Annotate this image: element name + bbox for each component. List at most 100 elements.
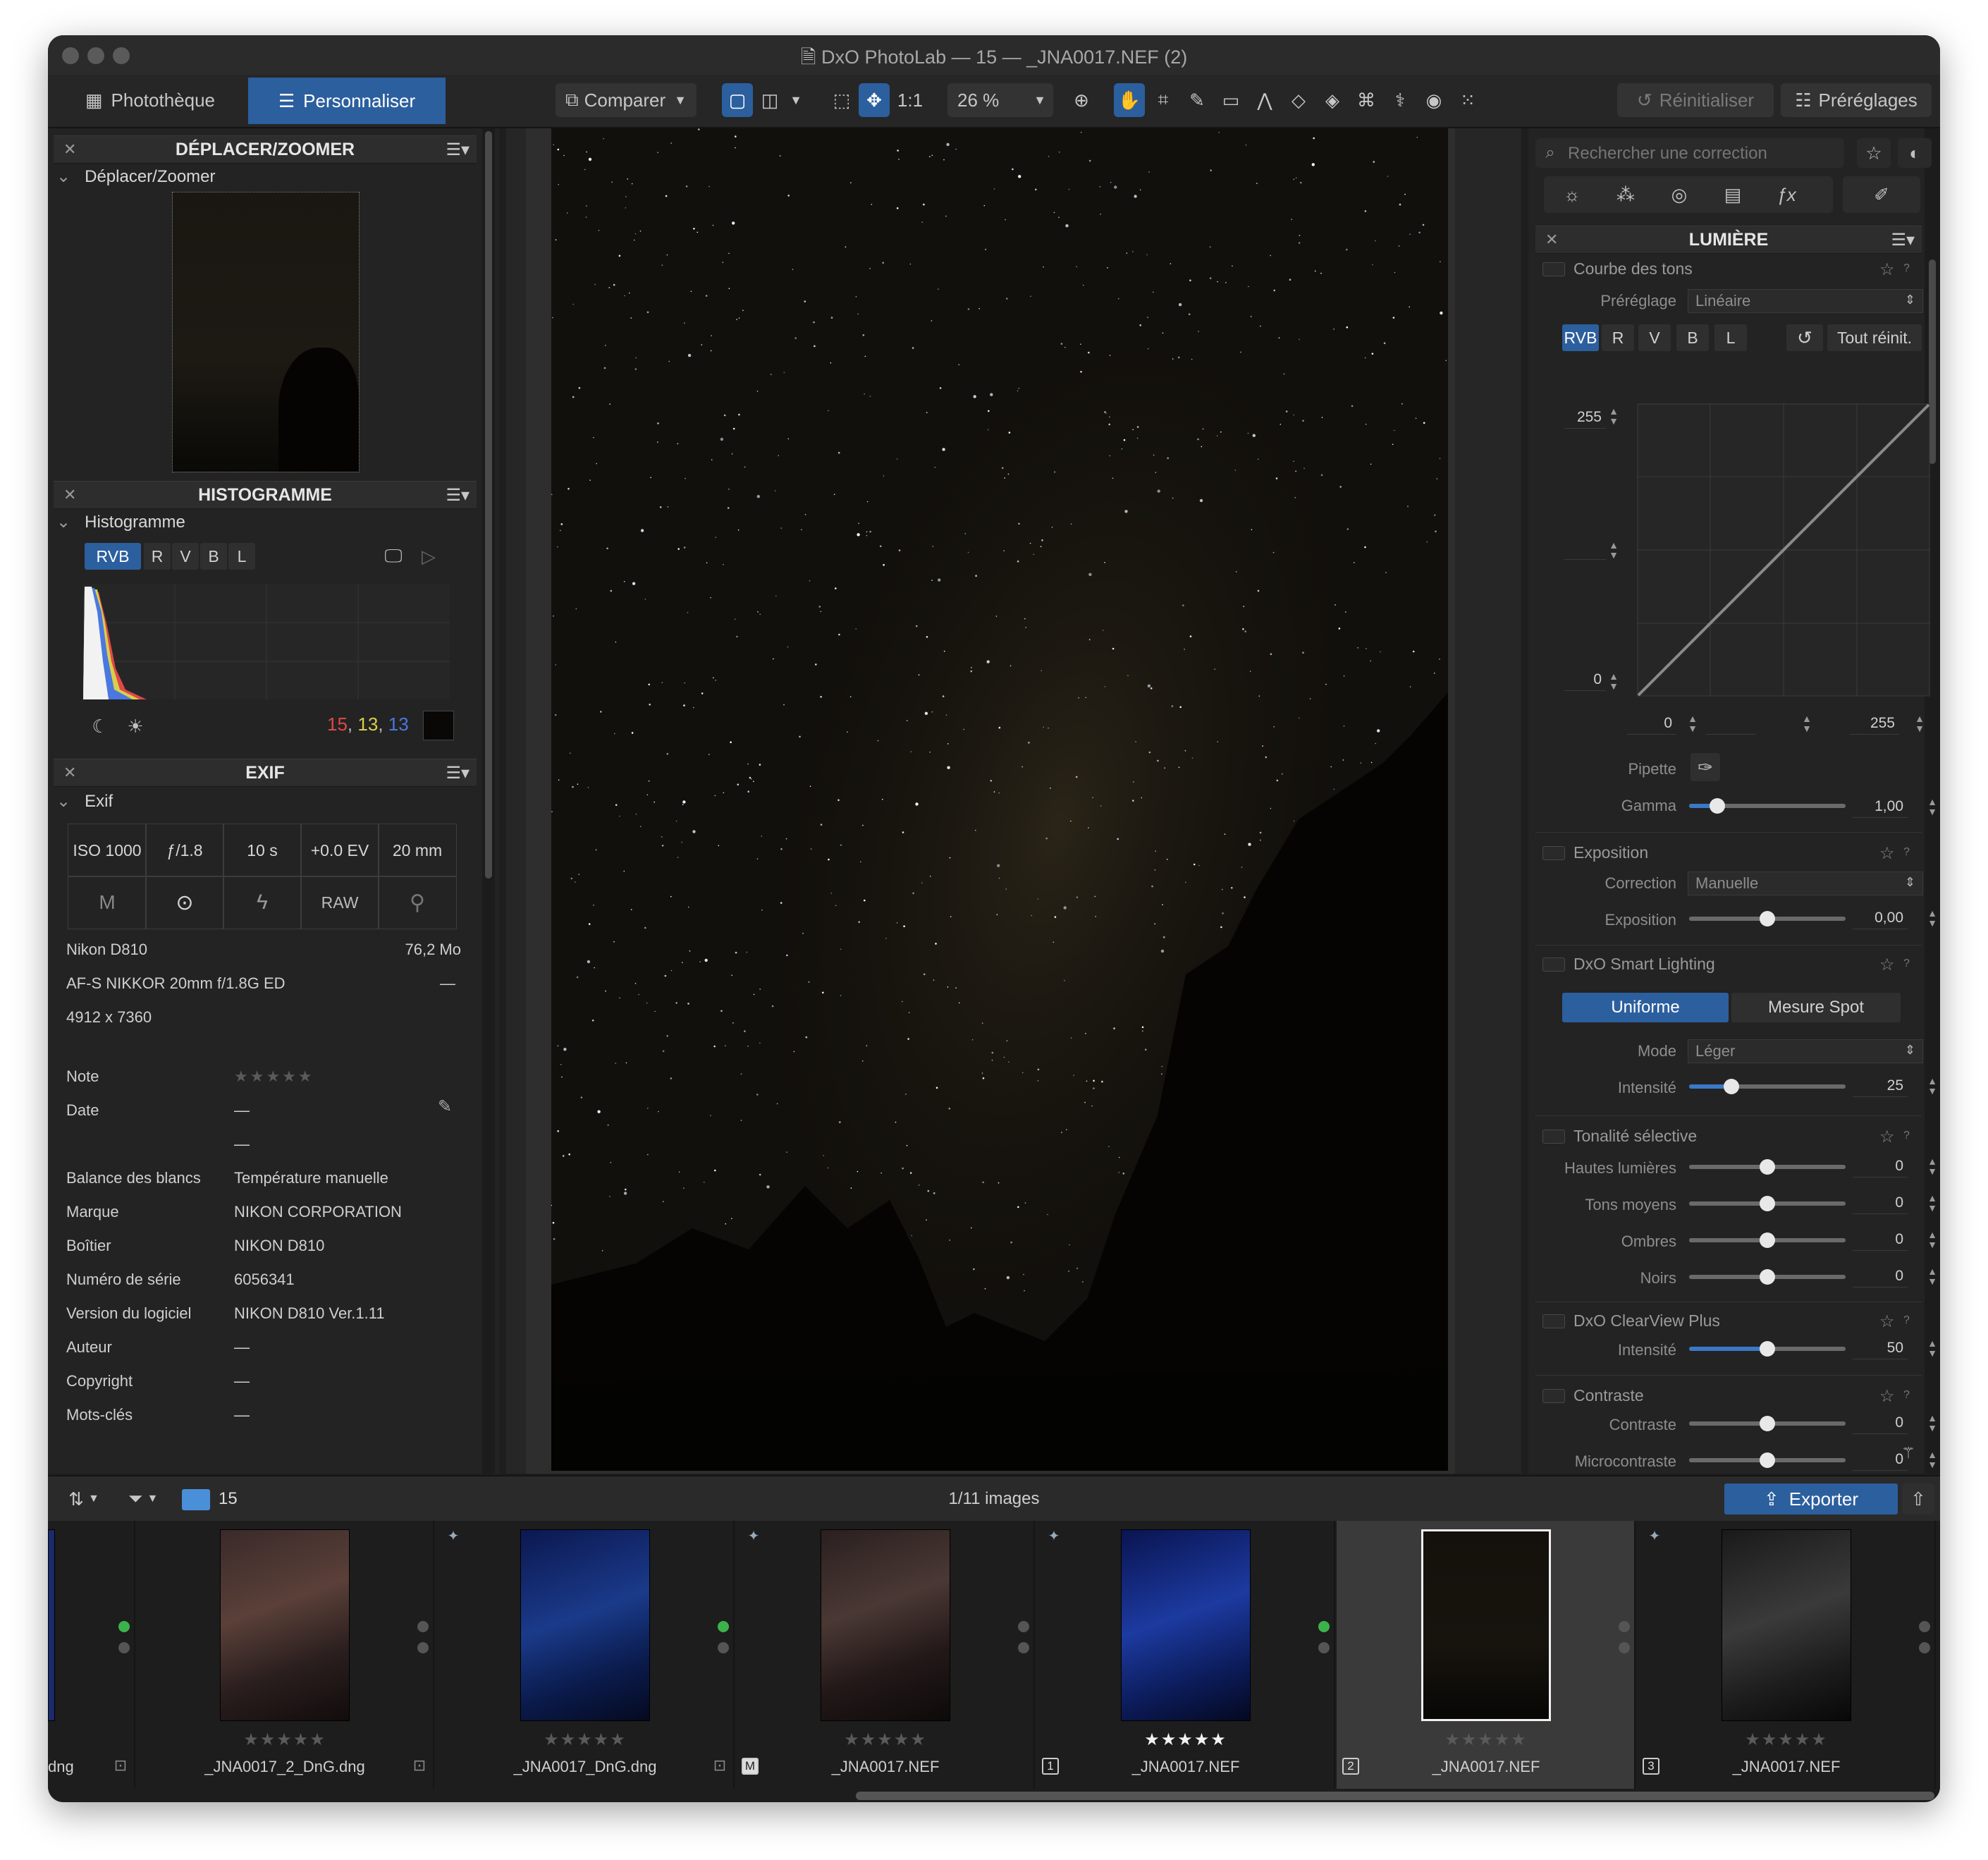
- thumbnail-rating-stars[interactable]: ★★★★★: [1637, 1730, 1936, 1750]
- spinner-arrows-icon[interactable]: ▲▼: [1926, 1266, 1939, 1286]
- thumbnail-rating-stars[interactable]: ★★★★★: [1337, 1730, 1636, 1750]
- curve-channel-rgb[interactable]: RVB: [1562, 324, 1599, 351]
- slider-value[interactable]: 0: [1853, 1412, 1908, 1434]
- panel-menu-icon[interactable]: ☰▾: [446, 140, 470, 160]
- spinner-arrows-icon[interactable]: ▲▼: [1926, 1450, 1939, 1469]
- adjustment-slider[interactable]: [1689, 1269, 1846, 1285]
- navigator-thumbnail[interactable]: [172, 192, 360, 472]
- favorite-star-icon[interactable]: ☆: [1879, 1127, 1895, 1147]
- repair-tool-button[interactable]: ⚕: [1385, 83, 1416, 117]
- spinner-arrows-icon[interactable]: ▲▼: [1913, 714, 1926, 733]
- filmstrip-scrollbar[interactable]: [856, 1792, 1934, 1800]
- help-icon[interactable]: ?: [1903, 1130, 1910, 1142]
- slider-value[interactable]: 0: [1853, 1192, 1908, 1214]
- slider-value[interactable]: 0: [1853, 1155, 1908, 1177]
- adjustment-slider[interactable]: [1689, 1196, 1846, 1211]
- crop-tool-button[interactable]: ⌗: [1148, 83, 1179, 117]
- share-button[interactable]: ⇧: [1902, 1483, 1934, 1515]
- smart-lighting-enable-checkbox[interactable]: [1542, 957, 1565, 972]
- split-view-button[interactable]: ◫: [754, 83, 785, 117]
- undo-curve-button[interactable]: ↺: [1786, 324, 1823, 351]
- clearview-intensity-slider[interactable]: [1689, 1341, 1846, 1357]
- smart-lighting-spot-button[interactable]: Mesure Spot: [1731, 993, 1901, 1022]
- contrast-enable-checkbox[interactable]: [1542, 1389, 1565, 1403]
- spinner-arrows-icon[interactable]: ▲▼: [1926, 1230, 1939, 1249]
- close-panel-icon[interactable]: ✕: [63, 140, 76, 159]
- clearview-intensity-value[interactable]: 50: [1853, 1337, 1908, 1359]
- rating-stars[interactable]: ★★★★★: [234, 1067, 314, 1086]
- filmstrip-item[interactable]: ★★★★★ _JNA0017_2_DnG.dng ⊡: [135, 1521, 434, 1789]
- help-icon[interactable]: ?: [1903, 846, 1910, 859]
- smart-lighting-mode-dropdown[interactable]: Léger ⇕: [1688, 1039, 1923, 1063]
- close-panel-icon[interactable]: ✕: [63, 764, 76, 782]
- monitor-icon[interactable]: 🖵: [379, 543, 407, 570]
- tab-photo-library[interactable]: ▦ Photothèque: [55, 83, 245, 117]
- spinner-arrows-icon[interactable]: ▲▼: [1926, 797, 1939, 816]
- tab-customize[interactable]: ☰ Personnaliser: [248, 78, 446, 124]
- favorite-star-icon[interactable]: ☆: [1879, 955, 1895, 975]
- edit-pencil-icon[interactable]: ✎: [434, 1096, 455, 1117]
- search-box[interactable]: ⌕: [1535, 138, 1844, 168]
- curve-channel-r[interactable]: R: [1602, 324, 1634, 351]
- left-scroll-thumb[interactable]: [485, 131, 492, 879]
- exposure-value[interactable]: 0,00: [1853, 907, 1908, 929]
- tone-curve-graph[interactable]: [1637, 403, 1930, 697]
- spinner-arrows-icon[interactable]: ▲▼: [1607, 406, 1620, 426]
- panel-menu-icon[interactable]: ☰▾: [1891, 230, 1915, 250]
- image-viewer[interactable]: [506, 128, 1521, 1474]
- close-panel-icon[interactable]: ✕: [1545, 231, 1558, 249]
- fit-screen-button[interactable]: ⬚: [826, 83, 857, 117]
- eyedropper-tool-button[interactable]: ✎: [1182, 83, 1213, 117]
- gamma-slider[interactable]: [1689, 798, 1846, 814]
- thumbnail-rating-stars[interactable]: ★★★★★: [436, 1730, 735, 1750]
- curve-channel-l[interactable]: L: [1714, 324, 1747, 351]
- slider-knob[interactable]: [1760, 911, 1775, 926]
- play-icon[interactable]: ▷: [415, 543, 443, 570]
- hand-tool-button[interactable]: ✋: [1114, 83, 1145, 117]
- close-panel-icon[interactable]: ✕: [63, 486, 76, 504]
- zoom-level-field[interactable]: 26 % ▼: [947, 83, 1053, 117]
- tone-curve-enable-checkbox[interactable]: [1542, 262, 1565, 276]
- exposure-correction-dropdown[interactable]: Manuelle ⇕: [1688, 871, 1923, 895]
- slider-value[interactable]: 0: [1853, 1265, 1908, 1287]
- thumbnail-rating-stars[interactable]: ★★★★★: [1036, 1730, 1335, 1750]
- spinner-arrows-icon[interactable]: ▲▼: [1926, 908, 1939, 928]
- curve-output-min[interactable]: 0: [1564, 668, 1606, 691]
- slider-knob[interactable]: [1760, 1452, 1775, 1468]
- help-icon[interactable]: ?: [1903, 262, 1910, 275]
- horizon-tool-button[interactable]: ▭: [1215, 83, 1246, 117]
- shadow-clipping-toggle[interactable]: ☾: [86, 712, 114, 740]
- presets-button[interactable]: ☷ Préréglages: [1781, 83, 1932, 117]
- spinner-arrows-icon[interactable]: ▲▼: [1926, 1156, 1939, 1176]
- pipette-icon[interactable]: ✑: [1691, 753, 1720, 781]
- slider-knob[interactable]: [1760, 1416, 1775, 1431]
- filmstrip-item[interactable]: ★★★★★ _JNA0017.NEF 2: [1337, 1521, 1636, 1789]
- reset-all-curve-button[interactable]: Tout réinit.: [1827, 324, 1922, 351]
- single-view-button[interactable]: ▢: [722, 83, 753, 117]
- spinner-arrows-icon[interactable]: ▲▼: [1926, 1076, 1939, 1096]
- filmstrip-item-partial[interactable]: dng ⊡: [48, 1521, 135, 1789]
- perspective-8-tool-button[interactable]: ◈: [1317, 83, 1348, 117]
- help-icon[interactable]: ?: [1903, 957, 1910, 970]
- curve-channel-v[interactable]: V: [1638, 324, 1671, 351]
- selective-tone-enable-checkbox[interactable]: [1542, 1130, 1565, 1144]
- smart-lighting-intensity-slider[interactable]: [1689, 1079, 1846, 1094]
- exposure-slider[interactable]: [1689, 911, 1846, 926]
- spinner-arrows-icon[interactable]: ▲▼: [1800, 714, 1813, 733]
- help-icon[interactable]: ?: [1903, 1314, 1910, 1327]
- search-input[interactable]: [1566, 142, 1837, 165]
- clearview-enable-checkbox[interactable]: [1542, 1314, 1565, 1328]
- favorite-star-icon[interactable]: ☆: [1879, 1386, 1895, 1407]
- hist-channel-b[interactable]: B: [200, 543, 227, 570]
- hist-channel-l[interactable]: L: [228, 543, 255, 570]
- adjustment-slider[interactable]: [1689, 1232, 1846, 1248]
- exposure-enable-checkbox[interactable]: [1542, 846, 1565, 860]
- curve-input-max[interactable]: 255: [1850, 712, 1899, 735]
- effects-palette-icon[interactable]: ƒx: [1765, 181, 1808, 209]
- gamma-value[interactable]: 1,00: [1853, 795, 1908, 818]
- curve-output-max[interactable]: 255: [1564, 406, 1606, 429]
- filmstrip-item[interactable]: ★★★★★ _JNA0017_DnG.dng ⊡ ✦: [436, 1521, 735, 1789]
- exif-section-toggle[interactable]: ⌄ Exif: [56, 791, 113, 812]
- favorite-star-icon[interactable]: ☆: [1857, 138, 1891, 168]
- slider-knob[interactable]: [1709, 798, 1725, 814]
